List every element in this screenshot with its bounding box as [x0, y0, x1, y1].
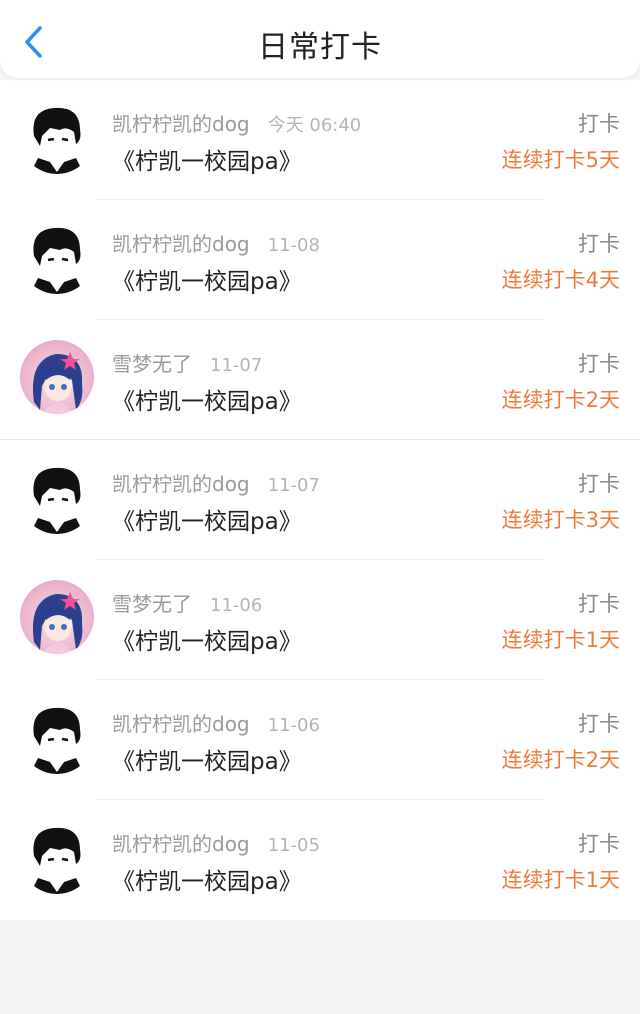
streak-badge: 连续打卡1天	[501, 868, 620, 892]
group-name[interactable]: 《柠凯一校园pa》	[112, 862, 302, 896]
avatar[interactable]	[20, 460, 94, 534]
list-item[interactable]: 凯柠柠凯的dog 11-05 《柠凯一校园pa》 打卡 连续打卡1天	[0, 800, 640, 920]
streak-badge: 连续打卡4天	[501, 268, 620, 292]
checkin-label: 打卡	[578, 712, 620, 736]
top-bar: 日常打卡	[0, 0, 640, 78]
checkin-label: 打卡	[578, 232, 620, 256]
avatar[interactable]	[20, 100, 94, 174]
username[interactable]: 凯柠柠凯的dog	[112, 228, 250, 257]
username[interactable]: 凯柠柠凯的dog	[112, 108, 250, 137]
checkin-label: 打卡	[578, 472, 620, 496]
girl-avatar-icon	[20, 340, 94, 414]
timestamp: 今天 06:40	[267, 115, 362, 136]
streak-badge: 连续打卡1天	[501, 628, 620, 652]
list-item[interactable]: 凯柠柠凯的dog 今天 06:40 《柠凯一校园pa》 打卡 连续打卡5天	[0, 80, 640, 200]
group-name[interactable]: 《柠凯一校园pa》	[112, 742, 302, 776]
checkin-label: 打卡	[578, 832, 620, 856]
list-item[interactable]: 雪梦无了 11-06 《柠凯一校园pa》 打卡 连续打卡1天	[0, 560, 640, 680]
group-name[interactable]: 《柠凯一校园pa》	[112, 622, 302, 656]
avatar[interactable]	[20, 340, 94, 414]
girl-avatar-icon	[20, 580, 94, 654]
username[interactable]: 凯柠柠凯的dog	[112, 468, 250, 497]
list-item[interactable]: 凯柠柠凯的dog 11-08 《柠凯一校园pa》 打卡 连续打卡4天	[0, 200, 640, 320]
streak-badge: 连续打卡2天	[501, 388, 620, 412]
username[interactable]: 凯柠柠凯的dog	[112, 828, 250, 857]
list-item[interactable]: 雪梦无了 11-07 《柠凯一校园pa》 打卡 连续打卡2天	[0, 320, 640, 440]
timestamp: 11-06	[210, 595, 263, 616]
group-name[interactable]: 《柠凯一校园pa》	[112, 262, 302, 296]
boy-avatar-icon	[20, 460, 94, 534]
checkin-label: 打卡	[578, 592, 620, 616]
group-name[interactable]: 《柠凯一校园pa》	[112, 502, 302, 536]
username[interactable]: 雪梦无了	[112, 348, 192, 377]
group-name[interactable]: 《柠凯一校园pa》	[112, 142, 302, 176]
group-name[interactable]: 《柠凯一校园pa》	[112, 382, 302, 416]
streak-badge: 连续打卡3天	[501, 508, 620, 532]
boy-avatar-icon	[20, 820, 94, 894]
streak-badge: 连续打卡2天	[501, 748, 620, 772]
streak-badge: 连续打卡5天	[501, 148, 620, 172]
timestamp: 11-07	[267, 475, 320, 496]
checkin-label: 打卡	[578, 112, 620, 136]
avatar[interactable]	[20, 580, 94, 654]
avatar[interactable]	[20, 820, 94, 894]
username[interactable]: 雪梦无了	[112, 588, 192, 617]
boy-avatar-icon	[20, 700, 94, 774]
boy-avatar-icon	[20, 100, 94, 174]
avatar[interactable]	[20, 700, 94, 774]
boy-avatar-icon	[20, 220, 94, 294]
list-item[interactable]: 凯柠柠凯的dog 11-07 《柠凯一校园pa》 打卡 连续打卡3天	[0, 440, 640, 560]
timestamp: 11-08	[267, 235, 320, 256]
timestamp: 11-05	[267, 835, 320, 856]
username[interactable]: 凯柠柠凯的dog	[112, 708, 250, 737]
checkin-label: 打卡	[578, 352, 620, 376]
checkin-list: 凯柠柠凯的dog 今天 06:40 《柠凯一校园pa》 打卡 连续打卡5天 凯柠…	[0, 80, 640, 920]
list-item[interactable]: 凯柠柠凯的dog 11-06 《柠凯一校园pa》 打卡 连续打卡2天	[0, 680, 640, 800]
avatar[interactable]	[20, 220, 94, 294]
page-title: 日常打卡	[258, 30, 382, 65]
timestamp: 11-06	[267, 715, 320, 736]
timestamp: 11-07	[210, 355, 263, 376]
